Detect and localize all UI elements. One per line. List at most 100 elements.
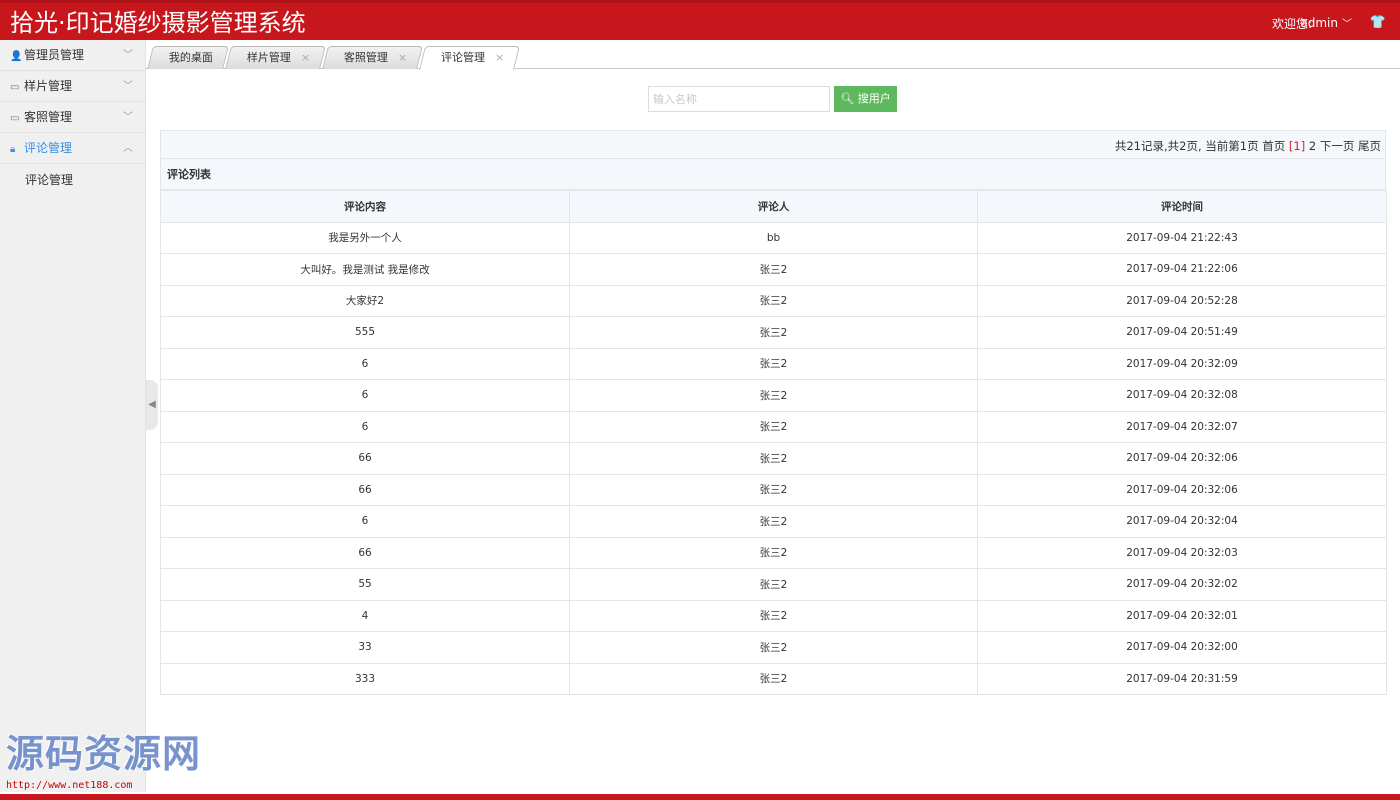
table-row[interactable]: 55 张三2 2017-09-04 20:32:02 [160, 568, 1387, 601]
close-icon[interactable]: × [495, 51, 504, 64]
sidebar-item-label: 客照管理 [24, 110, 73, 124]
tab-bar: 我的桌面 样片管理 × 客照管理 × 评论管理 × [146, 40, 1400, 70]
cell-time: 2017-09-04 20:32:01 [977, 599, 1387, 632]
table-row[interactable]: 33 张三2 2017-09-04 20:32:00 [160, 631, 1387, 664]
sidebar: 👤 管理员管理 ﹀ ▭ 样片管理 ﹀ ▭ 客照管理 ﹀ 🔒︎ 评论管理 ︿ 评论管理 [0, 40, 146, 792]
table-row[interactable]: 大叫好。我是测试 我是修改 张三2 2017-09-04 21:22:06 [160, 253, 1387, 286]
table-row[interactable]: 6 张三2 2017-09-04 20:32:07 [160, 410, 1387, 443]
cell-author: bb [569, 221, 978, 254]
table-row[interactable]: 4 张三2 2017-09-04 20:32:01 [160, 599, 1387, 632]
search-icon: 🔍︎ [840, 92, 855, 105]
cell-content: 66 [160, 473, 570, 506]
cell-time: 2017-09-04 21:22:43 [977, 221, 1387, 254]
cell-author: 张三2 [569, 599, 978, 632]
table-row[interactable]: 333 张三2 2017-09-04 20:31:59 [160, 662, 1387, 695]
tab-label: 客照管理 [344, 51, 389, 64]
table-row[interactable]: 66 张三2 2017-09-04 20:32:06 [160, 473, 1387, 506]
table-row[interactable]: 6 张三2 2017-09-04 20:32:08 [160, 379, 1387, 412]
cell-time: 2017-09-04 20:32:03 [977, 536, 1387, 569]
cell-author: 张三2 [569, 284, 978, 317]
cell-author: 张三2 [569, 536, 978, 569]
pagination-bar: 共21记录,共2页, 当前第1页 首页 [1] 2 下一页 尾页 [160, 130, 1386, 158]
search-input[interactable] [648, 86, 830, 112]
cell-author: 张三2 [569, 662, 978, 695]
chevron-up-icon: ︿ [123, 143, 133, 154]
cell-author: 张三2 [569, 253, 978, 286]
page-2-link[interactable]: 2 [1309, 139, 1316, 153]
table-row[interactable]: 66 张三2 2017-09-04 20:32:03 [160, 536, 1387, 569]
chevron-down-icon: ﹀ [123, 81, 133, 92]
cell-content: 555 [160, 316, 570, 349]
tab-sample-management[interactable]: 样片管理 × [225, 46, 327, 69]
watermark-url: http://www.net188.com [6, 780, 133, 791]
cell-author: 张三2 [569, 631, 978, 664]
user-icon: 👤 [10, 51, 23, 62]
cell-author: 张三2 [569, 505, 978, 538]
cell-content: 4 [160, 599, 570, 632]
image-icon: ▭ [10, 113, 20, 124]
cell-content: 55 [160, 568, 570, 601]
tab-label: 评论管理 [441, 51, 486, 64]
table-row[interactable]: 6 张三2 2017-09-04 20:32:09 [160, 347, 1387, 380]
cell-time: 2017-09-04 20:32:08 [977, 379, 1387, 412]
close-icon[interactable]: × [398, 51, 407, 64]
column-header-time: 评论时间 [977, 190, 1387, 223]
cell-author: 张三2 [569, 442, 978, 475]
sidebar-item-client-photo-management[interactable]: ▭ 客照管理 ﹀ [0, 102, 145, 133]
cell-content: 333 [160, 662, 570, 695]
chevron-left-icon: ◀ [148, 399, 156, 410]
cell-author: 张三2 [569, 347, 978, 380]
cell-author: 张三2 [569, 410, 978, 443]
cell-content: 6 [160, 505, 570, 538]
sidebar-item-comment-management[interactable]: 🔒︎ 评论管理 ︿ [0, 133, 145, 164]
cell-time: 2017-09-04 20:32:00 [977, 631, 1387, 664]
last-page-link[interactable]: 尾页 [1358, 139, 1381, 153]
shirt-icon[interactable]: 👕 [1370, 15, 1386, 30]
top-header-bar: 拾光·印记婚纱摄影管理系统 欢迎您: admin ﹀ 👕 [0, 0, 1400, 40]
table-row[interactable]: 555 张三2 2017-09-04 20:51:49 [160, 316, 1387, 349]
pagination-summary: 共21记录,共2页, 当前第1页 [1114, 139, 1259, 153]
tab-my-desktop[interactable]: 我的桌面 [147, 46, 229, 69]
search-user-button[interactable]: 🔍︎ 搜用户 [834, 86, 897, 112]
cell-author: 张三2 [569, 568, 978, 601]
cell-content: 我是另外一个人 [160, 221, 570, 254]
table-row[interactable]: 6 张三2 2017-09-04 20:32:04 [160, 505, 1387, 538]
cell-time: 2017-09-04 20:32:09 [977, 347, 1387, 380]
username: admin [1300, 16, 1338, 30]
cell-content: 大家好2 [160, 284, 570, 317]
bottom-bar [0, 794, 1400, 800]
table-row[interactable]: 66 张三2 2017-09-04 20:32:06 [160, 442, 1387, 475]
image-icon: ▭ [10, 82, 20, 93]
tab-client-photo-management[interactable]: 客照管理 × [322, 46, 424, 69]
cell-author: 张三2 [569, 379, 978, 412]
sidebar-item-label: 样片管理 [24, 79, 73, 93]
cell-time: 2017-09-04 20:32:02 [977, 568, 1387, 601]
sidebar-item-admin-management[interactable]: 👤 管理员管理 ﹀ [0, 40, 145, 71]
cell-time: 2017-09-04 20:32:07 [977, 410, 1387, 443]
current-page: [1] [1288, 139, 1306, 153]
cell-time: 2017-09-04 20:51:49 [977, 316, 1387, 349]
first-page-link[interactable]: 首页 [1262, 139, 1285, 153]
close-icon[interactable]: × [301, 51, 310, 64]
cell-time: 2017-09-04 20:52:28 [977, 284, 1387, 317]
sidebar-item-label: 管理员管理 [24, 48, 85, 62]
cell-content: 6 [160, 347, 570, 380]
table-body: 我是另外一个人 bb 2017-09-04 21:22:43 大叫好。我是测试 我是… [160, 221, 1387, 695]
column-header-author: 评论人 [569, 190, 978, 223]
watermark: 源码资源网 http://www.net188.com [4, 732, 214, 792]
sidebar-item-label: 评论管理 [24, 141, 73, 155]
sidebar-collapse-handle[interactable]: ◀ [146, 380, 158, 430]
submenu-item-comment-management[interactable]: 评论管理 [0, 164, 145, 196]
tab-comment-management[interactable]: 评论管理 × [419, 46, 521, 70]
user-menu[interactable]: admin ﹀ [1300, 15, 1352, 30]
cell-content: 6 [160, 410, 570, 443]
tab-label: 样片管理 [246, 51, 291, 64]
cell-time: 2017-09-04 20:31:59 [977, 662, 1387, 695]
sidebar-item-sample-management[interactable]: ▭ 样片管理 ﹀ [0, 71, 145, 102]
cell-content: 66 [160, 442, 570, 475]
table-row[interactable]: 我是另外一个人 bb 2017-09-04 21:22:43 [160, 221, 1387, 254]
lock-icon: 🔒︎ [10, 144, 16, 155]
table-row[interactable]: 大家好2 张三2 2017-09-04 20:52:28 [160, 284, 1387, 317]
cell-author: 张三2 [569, 473, 978, 506]
next-page-link[interactable]: 下一页 [1320, 139, 1355, 153]
